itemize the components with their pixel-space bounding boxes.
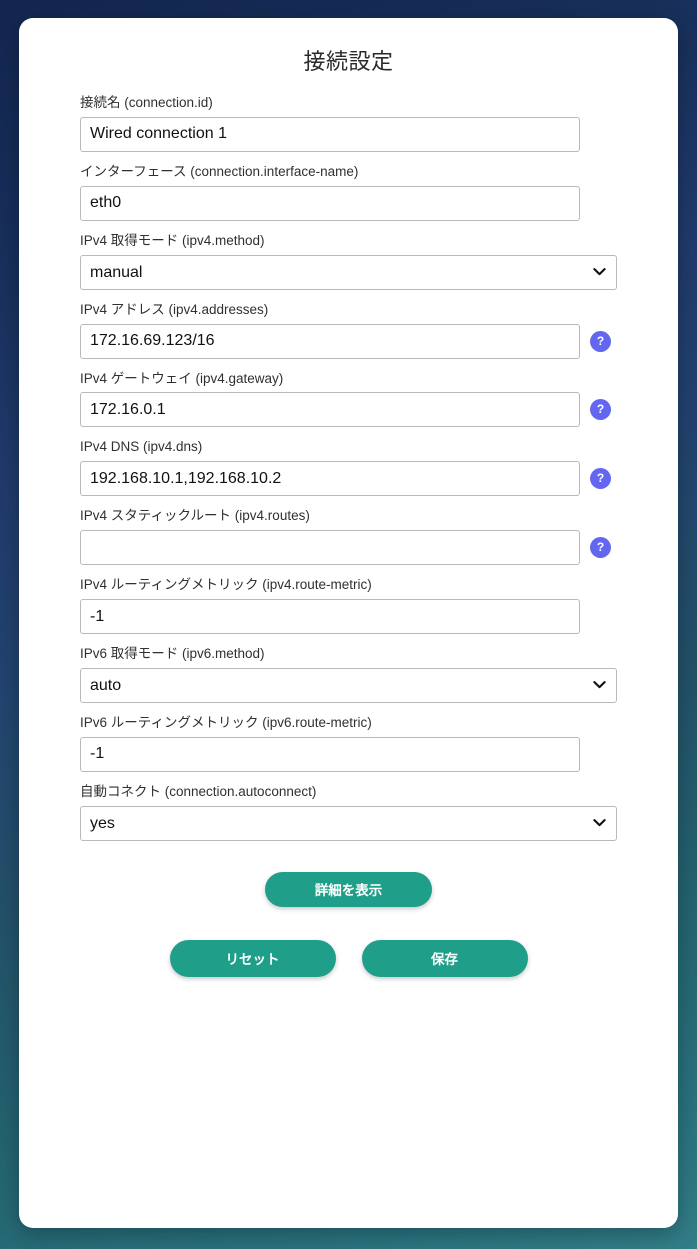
field-label-ipv4-method: IPv4 取得モード (ipv4.method) bbox=[80, 233, 617, 250]
field-ipv4-method: IPv4 取得モード (ipv4.method) automanualdisabl… bbox=[80, 233, 617, 290]
field-ipv6-route-metric: IPv6 ルーティングメトリック (ipv6.route-metric) bbox=[80, 715, 617, 772]
field-control-row-ipv4-addresses: ? bbox=[80, 324, 617, 359]
input-ipv4-addresses[interactable] bbox=[80, 324, 580, 359]
field-label-ipv4-dns: IPv4 DNS (ipv4.dns) bbox=[80, 439, 617, 456]
field-control-row-ipv4-route-metric bbox=[80, 599, 617, 634]
field-control-row-ipv4-routes: ? bbox=[80, 530, 617, 565]
field-label-ipv4-gateway: IPv4 ゲートウェイ (ipv4.gateway) bbox=[80, 371, 617, 388]
field-connection-id: 接続名 (connection.id) bbox=[80, 95, 617, 152]
input-ipv6-route-metric[interactable] bbox=[80, 737, 580, 772]
show-details-button[interactable]: 詳細を表示 bbox=[265, 872, 432, 907]
settings-card: 接続設定 接続名 (connection.id) インターフェース (connec… bbox=[19, 18, 678, 1228]
field-ipv6-method: IPv6 取得モード (ipv6.method) automanualdisabl… bbox=[80, 646, 617, 703]
input-ipv4-route-metric[interactable] bbox=[80, 599, 580, 634]
field-ipv4-dns: IPv4 DNS (ipv4.dns)? bbox=[80, 439, 617, 496]
field-label-connection-autoconnect: 自動コネクト (connection.autoconnect) bbox=[80, 784, 617, 801]
field-label-ipv4-route-metric: IPv4 ルーティングメトリック (ipv4.route-metric) bbox=[80, 577, 617, 594]
settings-card-body: 接続設定 接続名 (connection.id) インターフェース (connec… bbox=[19, 18, 678, 977]
primary-action-row: リセット 保存 bbox=[170, 940, 528, 977]
save-button[interactable]: 保存 bbox=[362, 940, 528, 977]
help-icon-ipv4-addresses[interactable]: ? bbox=[590, 331, 611, 352]
field-connection-autoconnect: 自動コネクト (connection.autoconnect) yesno bbox=[80, 784, 617, 841]
help-icon-ipv4-gateway[interactable]: ? bbox=[590, 399, 611, 420]
input-connection-interface-name[interactable] bbox=[80, 186, 580, 221]
field-label-ipv4-routes: IPv4 スタティックルート (ipv4.routes) bbox=[80, 508, 617, 525]
field-label-ipv6-method: IPv6 取得モード (ipv6.method) bbox=[80, 646, 617, 663]
help-icon-ipv4-routes[interactable]: ? bbox=[590, 537, 611, 558]
field-connection-interface-name: インターフェース (connection.interface-name) bbox=[80, 164, 617, 221]
field-ipv4-addresses: IPv4 アドレス (ipv4.addresses)? bbox=[80, 302, 617, 359]
help-icon-ipv4-dns[interactable]: ? bbox=[590, 468, 611, 489]
field-control-row-connection-autoconnect: yesno bbox=[80, 806, 617, 841]
field-control-row-connection-id bbox=[80, 117, 617, 152]
field-control-row-ipv6-method: automanualdisabledignorelink-localshared bbox=[80, 668, 617, 703]
field-ipv4-gateway: IPv4 ゲートウェイ (ipv4.gateway)? bbox=[80, 371, 617, 428]
select-ipv6-method[interactable]: automanualdisabledignorelink-localshared bbox=[80, 668, 617, 703]
field-control-row-connection-interface-name bbox=[80, 186, 617, 221]
field-label-ipv6-route-metric: IPv6 ルーティングメトリック (ipv6.route-metric) bbox=[80, 715, 617, 732]
field-control-row-ipv6-route-metric bbox=[80, 737, 617, 772]
field-ipv4-routes: IPv4 スタティックルート (ipv4.routes)? bbox=[80, 508, 617, 565]
select-ipv4-method[interactable]: automanualdisabledlink-localshared bbox=[80, 255, 617, 290]
field-ipv4-route-metric: IPv4 ルーティングメトリック (ipv4.route-metric) bbox=[80, 577, 617, 634]
reset-button[interactable]: リセット bbox=[170, 940, 336, 977]
field-control-row-ipv4-dns: ? bbox=[80, 461, 617, 496]
input-connection-id[interactable] bbox=[80, 117, 580, 152]
app-screen: 接続設定 接続名 (connection.id) インターフェース (connec… bbox=[0, 0, 697, 1249]
connection-settings-form: 接続名 (connection.id) インターフェース (connection.… bbox=[80, 95, 617, 841]
form-actions: 詳細を表示 リセット 保存 bbox=[80, 872, 617, 977]
page-title: 接続設定 bbox=[80, 44, 617, 95]
input-ipv4-gateway[interactable] bbox=[80, 392, 580, 427]
input-ipv4-routes[interactable] bbox=[80, 530, 580, 565]
field-label-connection-id: 接続名 (connection.id) bbox=[80, 95, 617, 112]
field-control-row-ipv4-gateway: ? bbox=[80, 392, 617, 427]
select-wrapper-connection-autoconnect: yesno bbox=[80, 806, 617, 841]
field-label-connection-interface-name: インターフェース (connection.interface-name) bbox=[80, 164, 617, 181]
field-label-ipv4-addresses: IPv4 アドレス (ipv4.addresses) bbox=[80, 302, 617, 319]
input-ipv4-dns[interactable] bbox=[80, 461, 580, 496]
select-wrapper-ipv4-method: automanualdisabledlink-localshared bbox=[80, 255, 617, 290]
select-wrapper-ipv6-method: automanualdisabledignorelink-localshared bbox=[80, 668, 617, 703]
select-connection-autoconnect[interactable]: yesno bbox=[80, 806, 617, 841]
field-control-row-ipv4-method: automanualdisabledlink-localshared bbox=[80, 255, 617, 290]
